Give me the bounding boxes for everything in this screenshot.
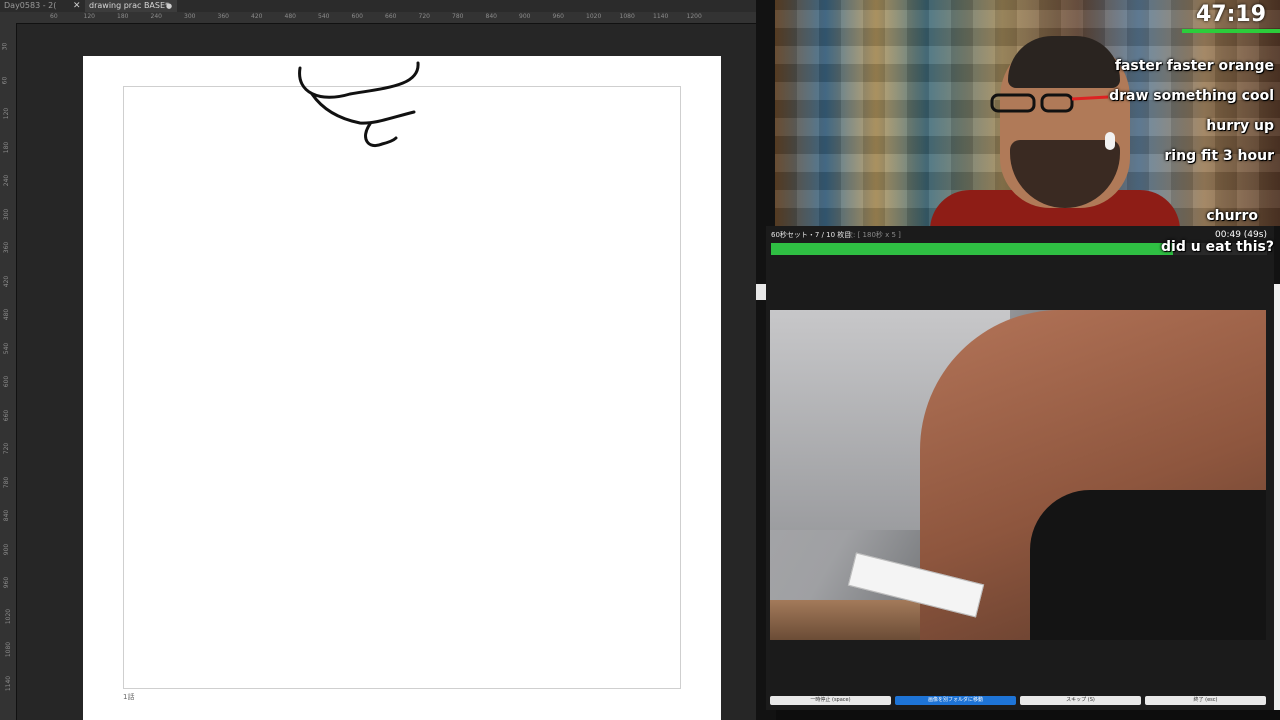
ruler-tick-label: 360: [3, 241, 11, 254]
reference-person: [1030, 490, 1266, 640]
taskbar: [776, 710, 1280, 720]
chat-message: faster faster orange: [1114, 58, 1274, 74]
ruler-tick-label: 600: [351, 13, 363, 20]
ruler-tick-label: 660: [385, 13, 397, 20]
ruler-tick-label: 960: [552, 13, 564, 20]
ruler-tick-label: 840: [485, 13, 497, 20]
ruler-tick-label: 1080: [5, 641, 13, 658]
ruler-tick-label: 180: [117, 13, 129, 20]
background-window-edge: [756, 284, 766, 300]
drawing-app: Day0583 - 2( ✕ drawing prac BASE* ● 60 12…: [0, 0, 775, 720]
ruler-tick-label: 600: [3, 375, 11, 388]
ruler-tick-label: 780: [3, 476, 11, 488]
chat-message: churro: [1206, 208, 1258, 224]
ruler-tick-label: 420: [3, 275, 11, 287]
ruler-tick-label: 300: [3, 208, 11, 220]
pause-button[interactable]: 一時停止 (space): [770, 696, 891, 705]
ruler-tick-label: 720: [418, 13, 430, 20]
ruler-tick-label: 360: [217, 13, 229, 20]
ruler-tick-label: 1080: [619, 13, 635, 20]
ruler-tick-label: 60: [50, 13, 58, 20]
stream-timer: 47:19: [1195, 2, 1267, 27]
set-counter: 60秒セット・7 / 10 枚目: [771, 231, 852, 239]
ruler-tick-label: 540: [318, 13, 330, 20]
chat-message: did u eat this?: [1161, 239, 1274, 255]
ruler-tick-label: 480: [284, 13, 296, 20]
ruler-tick-label: 1140: [5, 675, 13, 691]
glasses: [990, 93, 1109, 113]
ruler-tick-label: 900: [3, 543, 11, 555]
ruler-tick-label: 120: [3, 107, 11, 120]
skip-button[interactable]: スキップ (S): [1020, 696, 1141, 705]
end-button[interactable]: 終了 (esc): [1145, 696, 1266, 705]
ruler-tick-label: 30: [1, 42, 9, 51]
earbud: [1105, 132, 1115, 150]
vertical-ruler: 30 60 120 180 240 300 360 420 480 540 600 660 720 780…: [0, 23, 17, 720]
manuscript-frame: [123, 86, 681, 689]
ruler-tick-label: 420: [251, 13, 263, 20]
ruler-tick-label: 720: [3, 442, 11, 455]
chat-message: hurry up: [1206, 118, 1274, 134]
page-number: 1話: [123, 693, 135, 701]
progress-fill: [771, 243, 1173, 255]
chat-message: ring fit 3 hour: [1164, 148, 1274, 164]
ruler-tick-label: 60: [1, 76, 9, 84]
ruler-tick-label: 960: [3, 576, 11, 589]
next-set-label: 次: [ 180秒 x 5 ]: [846, 231, 901, 239]
sketch-strokes: [298, 61, 420, 147]
ruler-tick-label: 120: [83, 13, 95, 20]
ruler-tick-label: 540: [3, 342, 11, 354]
ruler-tick-label: 180: [3, 141, 11, 153]
ruler-tick-label: 840: [3, 509, 11, 522]
ruler-tick-label: 1200: [686, 13, 702, 20]
ruler-tick-label: 480: [3, 308, 11, 321]
timer-bar: [1182, 29, 1280, 33]
ruler-tick-label: 1020: [586, 13, 602, 20]
practice-controls: 一時停止 (space) 画像を別フォルダに移動 スキップ (S) 終了 (es…: [770, 696, 1266, 706]
ruler-tick-label: 900: [519, 13, 531, 20]
tab-drawing-prac-base[interactable]: drawing prac BASE*: [85, 0, 177, 12]
ruler-tick-label: 1020: [5, 608, 13, 624]
ruler-tick-label: 780: [452, 13, 464, 20]
tab-day0583[interactable]: Day0583 - 2(: [0, 0, 84, 12]
ruler-tick-label: 660: [3, 409, 11, 421]
chat-message: draw something cool: [1109, 88, 1274, 104]
ruler-tick-label: 300: [184, 13, 196, 20]
horizontal-ruler: 60 120 180 240 300 360 420 480 540 600 660 720 780 84…: [0, 12, 775, 24]
reference-photo: [770, 310, 1266, 640]
ruler-tick-label: 240: [3, 174, 11, 187]
tab-label: Day0583 - 2(: [4, 1, 57, 10]
move-image-button[interactable]: 画像を別フォルダに移動: [895, 696, 1016, 705]
tab-label: drawing prac BASE*: [89, 1, 170, 10]
ruler-tick-label: 1140: [653, 13, 669, 20]
ruler-tick-label: 240: [150, 13, 162, 20]
close-icon[interactable]: ●: [166, 0, 172, 12]
close-icon[interactable]: ✕: [73, 0, 81, 12]
